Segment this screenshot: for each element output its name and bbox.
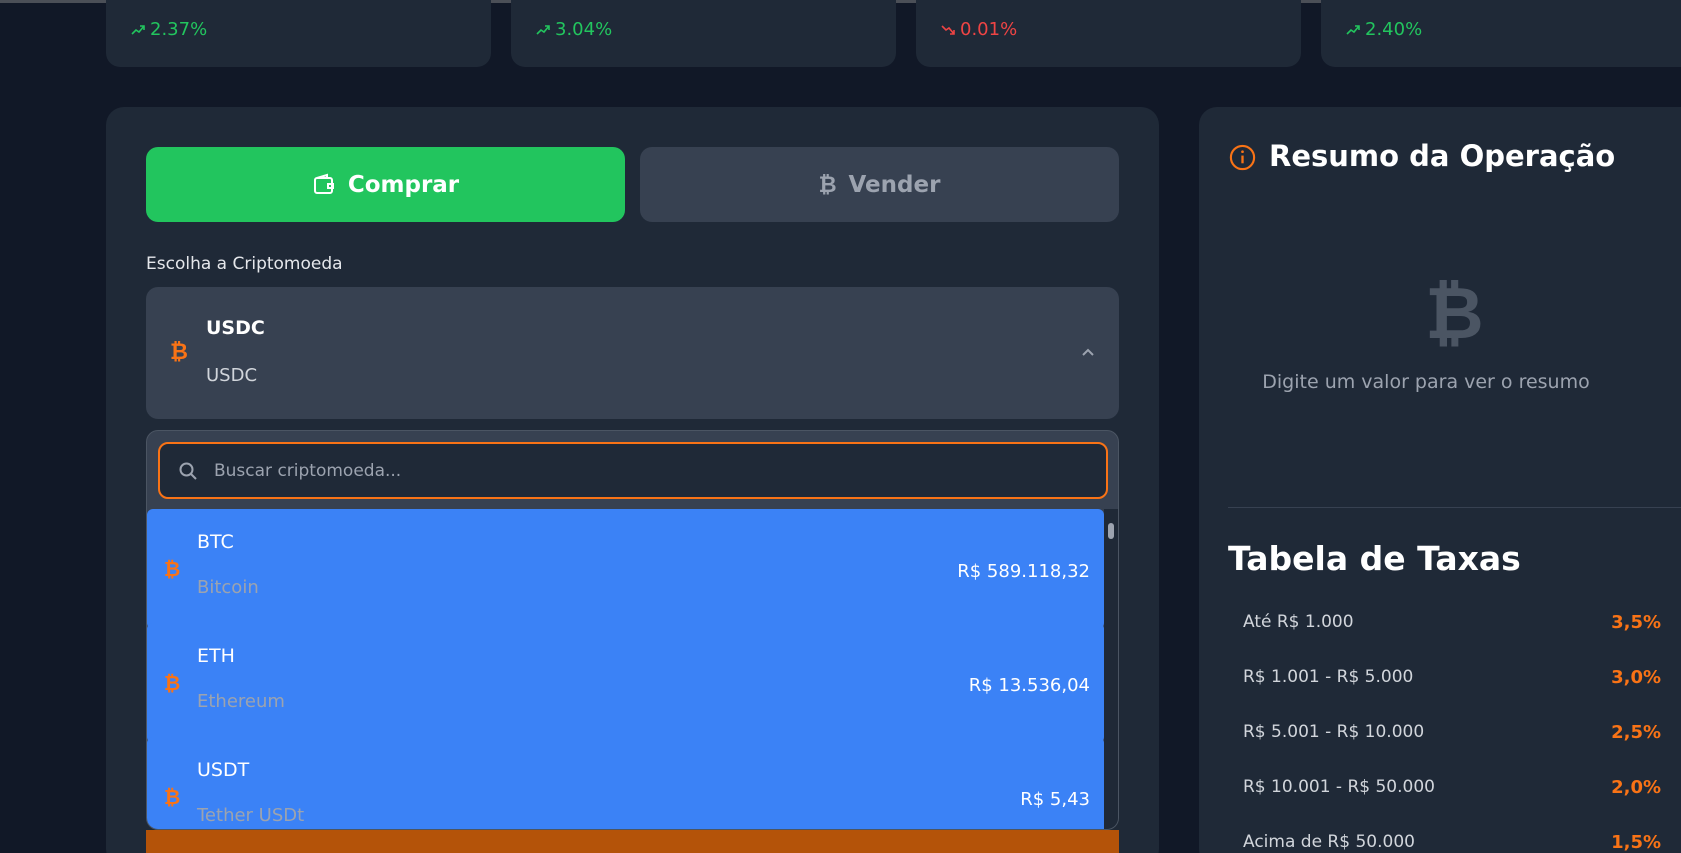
- coin-name: Tether USDt: [197, 805, 305, 826]
- dropdown-scrollbar[interactable]: [1104, 509, 1118, 829]
- wallet-icon: [313, 173, 334, 194]
- sell-tab[interactable]: ₿ Vender: [640, 147, 1119, 222]
- stat-change-value: 2.40%: [1365, 19, 1423, 40]
- rate-range: Acima de R$ 50.000: [1243, 832, 1415, 852]
- scrollbar-thumb[interactable]: [1108, 523, 1114, 539]
- rate-fee: 1,5%: [1611, 832, 1661, 853]
- rates-title: Tabela de Taxas: [1228, 539, 1521, 578]
- crypto-select[interactable]: ₿ USDC USDC: [146, 287, 1119, 419]
- trend-up-icon: [536, 24, 550, 35]
- stat-change-value: 2.37%: [150, 19, 208, 40]
- rate-range: R$ 5.001 - R$ 10.000: [1243, 722, 1425, 742]
- crypto-dropdown: ₿ BTC Bitcoin R$ 589.118,32 ₿ ETH Ethere…: [146, 430, 1119, 830]
- selected-coin-symbol: USDC: [206, 317, 265, 339]
- rate-fee: 3,5%: [1611, 612, 1661, 633]
- list-item-btc[interactable]: ₿ BTC Bitcoin R$ 589.118,32: [147, 509, 1104, 629]
- crypto-field-label: Escolha a Criptomoeda: [146, 254, 343, 274]
- market-stat-card: 0.01%: [916, 0, 1301, 67]
- rate-row: Até R$ 1.000 3,5%: [1228, 612, 1661, 642]
- rate-row: Acima de R$ 50.000 1,5%: [1228, 832, 1661, 853]
- market-stat-card: 2.40%: [1321, 0, 1681, 67]
- rate-fee: 3,0%: [1611, 667, 1661, 688]
- trade-panel: Comprar ₿ Vender Escolha a Criptomoeda ₿…: [106, 107, 1159, 853]
- rate-fee: 2,0%: [1611, 777, 1661, 798]
- submit-button-partial[interactable]: [146, 830, 1119, 853]
- coin-price: R$ 5,43: [1020, 789, 1090, 810]
- rate-row: R$ 1.001 - R$ 5.000 3,0%: [1228, 667, 1661, 697]
- bitcoin-icon: ₿: [164, 671, 181, 695]
- rate-row: R$ 10.001 - R$ 50.000 2,0%: [1228, 777, 1661, 807]
- market-stat-card: 3.04%: [511, 0, 896, 67]
- crypto-search-input[interactable]: [214, 444, 1094, 497]
- selected-coin-name: USDC: [206, 365, 258, 386]
- rate-row: R$ 5.001 - R$ 10.000 2,5%: [1228, 722, 1661, 752]
- list-item-eth[interactable]: ₿ ETH Ethereum R$ 13.536,04: [147, 623, 1104, 743]
- coin-name: Bitcoin: [197, 577, 259, 598]
- trend-down-icon: [941, 24, 955, 35]
- summary-panel: Resumo da Operação ₿ Digite um valor par…: [1199, 107, 1681, 853]
- rate-range: Até R$ 1.000: [1243, 612, 1354, 632]
- coin-name: Ethereum: [197, 691, 285, 712]
- sell-tab-label: Vender: [848, 171, 941, 198]
- coin-symbol: BTC: [197, 531, 234, 553]
- bitcoin-icon: ₿: [170, 340, 188, 365]
- stat-change: 2.37%: [130, 19, 207, 40]
- rate-range: R$ 10.001 - R$ 50.000: [1243, 777, 1435, 797]
- buy-tab[interactable]: Comprar: [146, 147, 625, 222]
- coin-price: R$ 13.536,04: [968, 675, 1090, 696]
- stat-change: 3.04%: [535, 19, 612, 40]
- info-icon: [1229, 144, 1256, 171]
- bitcoin-icon: ₿: [164, 557, 181, 581]
- stat-change-value: 0.01%: [960, 19, 1018, 40]
- trend-up-icon: [1346, 24, 1360, 35]
- stat-change: 2.40%: [1345, 19, 1422, 40]
- bitcoin-icon: ₿: [164, 785, 181, 809]
- market-stat-card: 2.37%: [106, 0, 491, 67]
- search-icon: [179, 462, 197, 480]
- rate-fee: 2,5%: [1611, 722, 1661, 743]
- chevron-up-icon[interactable]: [1079, 343, 1097, 361]
- divider: [1228, 507, 1681, 508]
- bitcoin-icon: ₿: [1425, 271, 1484, 355]
- buy-tab-label: Comprar: [347, 171, 460, 198]
- coin-symbol: ETH: [197, 645, 235, 667]
- coin-symbol: USDT: [197, 759, 250, 781]
- list-item-usdt[interactable]: ₿ USDT Tether USDt R$ 5,43: [147, 737, 1104, 829]
- stat-change: 0.01%: [940, 19, 1017, 40]
- crypto-list: ₿ BTC Bitcoin R$ 589.118,32 ₿ ETH Ethere…: [147, 509, 1104, 829]
- summary-empty-text: Digite um valor para ver o resumo: [1262, 371, 1590, 393]
- coin-price: R$ 589.118,32: [957, 561, 1090, 582]
- rate-range: R$ 1.001 - R$ 5.000: [1243, 667, 1414, 687]
- search-box: [158, 442, 1108, 499]
- summary-title: Resumo da Operação: [1269, 139, 1616, 173]
- stat-change-value: 3.04%: [555, 19, 613, 40]
- bitcoin-icon: ₿: [818, 172, 837, 198]
- trend-up-icon: [131, 24, 145, 35]
